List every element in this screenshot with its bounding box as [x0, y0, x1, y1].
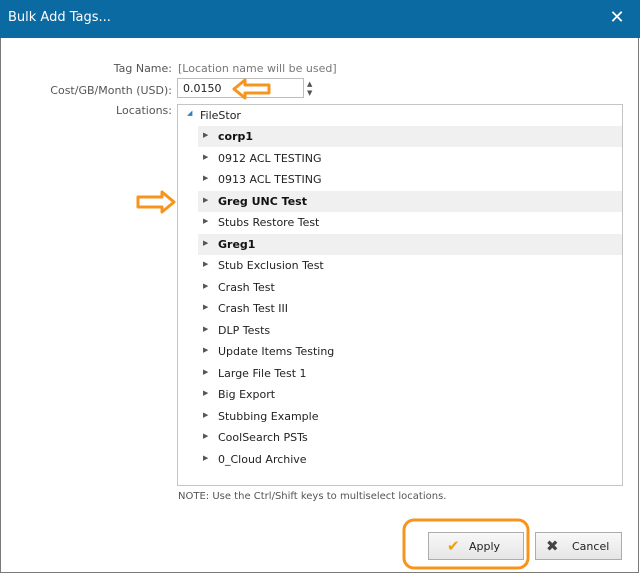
tree-item-label: Crash Test III [218, 302, 289, 315]
close-button[interactable]: ✕ [594, 0, 640, 38]
triangle-right-icon[interactable]: ▶ [203, 217, 208, 225]
tree-item[interactable]: ▶ CoolSearch PSTs [198, 427, 622, 448]
tree-item[interactable]: ▶ Greg1 [198, 233, 622, 255]
triangle-right-icon[interactable]: ▶ [203, 131, 208, 139]
triangle-right-icon[interactable]: ▶ [203, 282, 208, 290]
cancel-label: Cancel [572, 540, 610, 553]
tree-item[interactable]: ▶ Stub Exclusion Test [198, 255, 622, 276]
spin-up-icon[interactable]: ▲ [307, 80, 312, 88]
triangle-right-icon[interactable]: ▶ [203, 196, 208, 204]
tree-item[interactable]: ▶ 0_Cloud Archive [198, 449, 622, 470]
tree-item-label: Greg1 [218, 237, 256, 251]
triangle-right-icon[interactable]: ▶ [203, 346, 208, 354]
tree-item-label: Stubs Restore Test [218, 216, 320, 229]
tree-item-label: DLP Tests [218, 323, 271, 337]
tree-item[interactable]: ▶ 0913 ACL TESTING [198, 169, 622, 190]
tree-item[interactable]: ▶ Crash Test III [198, 298, 622, 319]
tree-item[interactable]: ▶ Greg UNC Test [198, 190, 622, 212]
tree-item[interactable]: ▶ Stubs Restore Test [198, 212, 622, 233]
triangle-right-icon[interactable]: ▶ [203, 239, 208, 247]
tree-item[interactable]: ▶ Crash Test [198, 277, 622, 298]
triangle-right-icon[interactable]: ▶ [203, 411, 208, 419]
tree-item-label: Stub Exclusion Test [218, 259, 324, 272]
tree-item[interactable]: ▶ DLP Tests [198, 320, 622, 341]
cancel-button[interactable]: ✖ Cancel [535, 532, 622, 560]
tree-item-label: CoolSearch PSTs [218, 431, 308, 444]
expanded-icon[interactable]: ◢ [187, 109, 192, 117]
checkmark-icon: ✔ [447, 537, 460, 555]
tag-name-value: [Location name will be used] [178, 62, 337, 75]
tree-item-label: 0_Cloud Archive [218, 452, 307, 466]
tree-item-label: Greg UNC Test [218, 194, 307, 208]
tree-item-label: Big Export [218, 388, 276, 401]
tree-root-node[interactable]: ◢ FileStor [178, 105, 622, 125]
tree-item[interactable]: ▶ Large File Test 1 [198, 363, 622, 384]
title-bar: Bulk Add Tags... ✕ [0, 0, 640, 38]
tag-name-label: Tag Name: [113, 62, 172, 75]
apply-label: Apply [469, 540, 501, 553]
tree-item[interactable]: ▶ corp1 [198, 126, 622, 147]
tree-item-label: corp1 [218, 130, 254, 143]
multiselect-note: NOTE: Use the Ctrl/Shift keys to multise… [178, 491, 447, 502]
triangle-right-icon[interactable]: ▶ [203, 260, 208, 268]
triangle-right-icon[interactable]: ▶ [203, 174, 208, 182]
locations-label: Locations: [116, 104, 172, 117]
tree-item-label: Crash Test [218, 280, 275, 294]
x-icon: ✖ [546, 537, 559, 555]
tree-item-label: 0912 ACL TESTING [218, 151, 322, 165]
tree-item-label: Update Items Testing [218, 345, 335, 358]
tree-item[interactable]: ▶ 0912 ACL TESTING [198, 148, 622, 169]
locations-tree[interactable]: ◢ FileStor ▶ corp1 ▶ 0912 ACL TESTING ▶ 0913 … [177, 104, 623, 486]
tree-item[interactable]: ▶ Big Export [198, 384, 622, 405]
triangle-right-icon[interactable]: ▶ [203, 368, 208, 376]
triangle-right-icon[interactable]: ▶ [203, 303, 208, 311]
triangle-right-icon[interactable]: ▶ [203, 432, 208, 440]
apply-button[interactable]: ✔ Apply [428, 532, 524, 560]
tree-item[interactable]: ▶ Stubbing Example [198, 406, 622, 427]
cost-label: Cost/GB/Month (USD): [50, 84, 172, 97]
tree-item-label: Large File Test 1 [218, 366, 307, 380]
spin-down-icon[interactable]: ▼ [307, 89, 312, 97]
tree-item-label: Stubbing Example [218, 409, 319, 423]
tree-item-label: 0913 ACL TESTING [218, 173, 322, 186]
triangle-right-icon[interactable]: ▶ [203, 389, 208, 397]
tree-root-label: FileStor [200, 109, 241, 122]
triangle-right-icon[interactable]: ▶ [203, 325, 208, 333]
tree-item[interactable]: ▶ Update Items Testing [198, 341, 622, 362]
window-title: Bulk Add Tags... [8, 10, 111, 25]
triangle-right-icon[interactable]: ▶ [203, 153, 208, 161]
cost-input[interactable] [177, 78, 304, 98]
triangle-right-icon[interactable]: ▶ [203, 454, 208, 462]
